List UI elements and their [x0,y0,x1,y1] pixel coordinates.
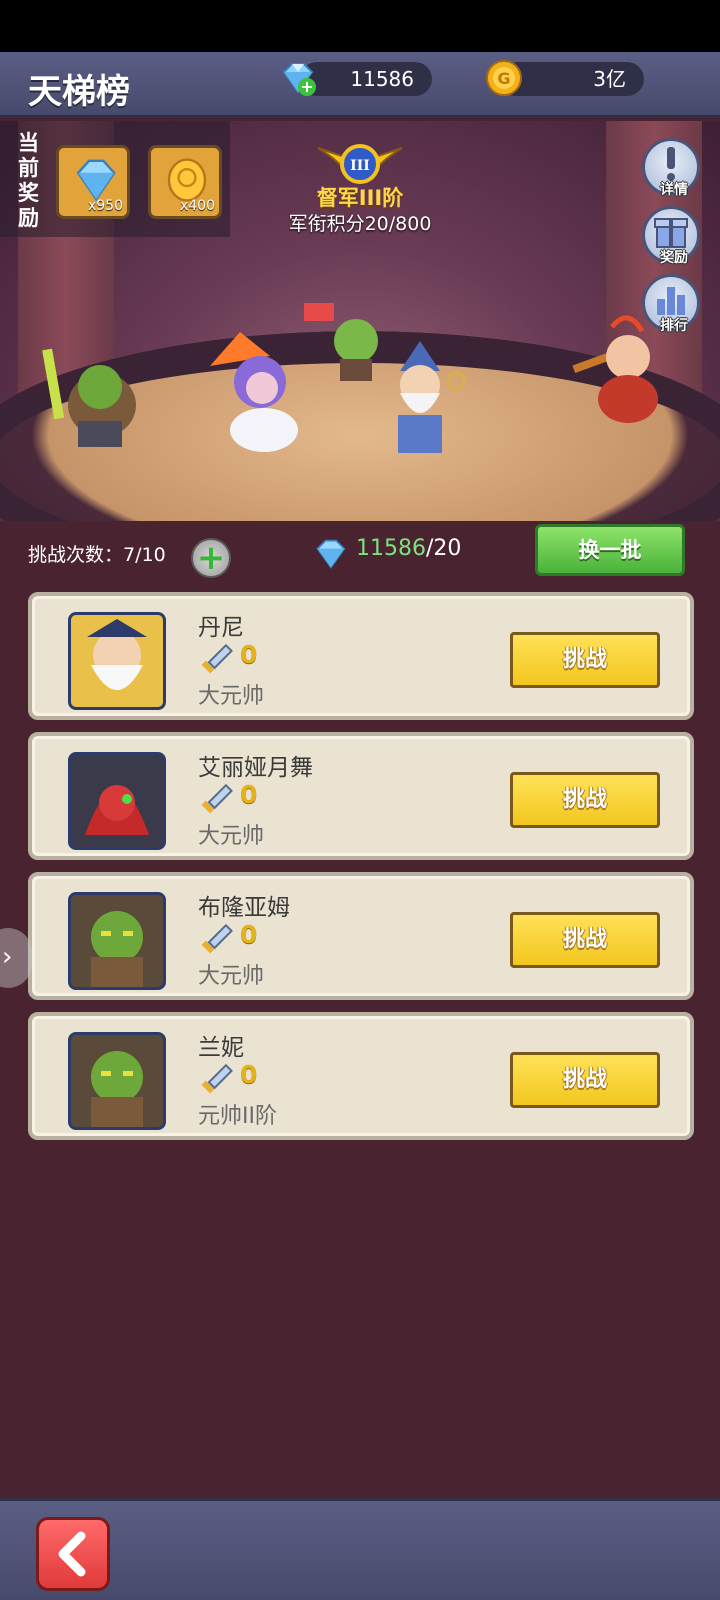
gem-counter: 11586 [300,62,432,96]
back-button[interactable] [36,1517,110,1591]
chevron-right-icon: › [2,942,13,972]
challenge-chances: 挑战次数：7/10 [28,544,166,566]
gold-coin-icon [167,158,207,202]
status-bar [0,0,720,52]
gem-have: 11586 [356,536,426,561]
rank-numeral: III [350,158,370,174]
gem-cost: /20 [426,536,462,561]
bottom-bar [0,1498,720,1600]
opponent-card: 兰妮 0 元帅II阶 挑战 [28,1012,694,1140]
rewards-label: 当前奖励 [18,131,39,230]
rewards-button-label: 奖励 [660,250,688,266]
refresh-opponents-button[interactable]: 换一批 [535,524,685,576]
reward-qty: x400 [179,198,215,214]
opponent-avatar [68,612,166,710]
diamond-icon [316,539,346,569]
reward-item-diamond[interactable]: x950 [56,145,130,219]
opponent-power: 0 [240,1060,258,1089]
opponent-rank: 元帅II阶 [198,1104,277,1129]
details-label: 详情 [660,182,688,198]
sword-icon [201,783,233,814]
orc-warrior-figure [42,348,136,447]
orc-avatar-icon [71,1035,163,1127]
details-button[interactable]: 详情 [642,138,700,198]
add-chances-button[interactable]: + [191,538,231,578]
rewards-button[interactable]: 奖励 [642,206,700,266]
opponent-card: 艾丽娅月舞 0 大元帅 挑战 [28,732,694,860]
opponent-card: 丹尼 0 大元帅 挑战 [28,592,694,720]
reward-qty: x950 [87,198,123,214]
opponent-card: 布隆亚姆 0 大元帅 挑战 [28,872,694,1000]
wizard-avatar-icon [71,615,163,707]
rank-name: 督军III阶 [316,186,404,210]
sword-icon [201,643,233,674]
red-hood-avatar-icon [71,755,163,847]
opponent-name: 布隆亚姆 [198,895,290,921]
current-rewards-panel: 当前奖励 x950 x400 [0,121,230,237]
add-gems-button[interactable]: + [298,78,316,96]
opponent-avatar [68,892,166,990]
challenge-button[interactable]: 挑战 [510,1052,660,1108]
ranking-label: 排行 [660,318,688,334]
opponent-power: 0 [240,780,258,809]
ranking-button[interactable]: 排行 [642,274,700,334]
opponent-power: 0 [240,640,258,669]
challenge-button[interactable]: 挑战 [510,632,660,688]
plus-icon: + [196,538,226,578]
reward-item-gold[interactable]: x400 [148,145,222,219]
challenge-button[interactable]: 挑战 [510,772,660,828]
opponent-avatar [68,752,166,850]
top-bar: 天梯榜 11586 + 3亿 G [0,52,720,118]
opponent-rank: 大元帅 [198,684,265,709]
page-title: 天梯榜 [28,72,130,112]
rank-points: 军衔积分20/800 [288,213,432,235]
sword-icon [201,923,233,954]
opponent-rank: 大元帅 [198,824,265,849]
challenge-button[interactable]: 挑战 [510,912,660,968]
gold-coin-icon: G [486,60,522,96]
diamond-icon [76,159,116,202]
svg-text:G: G [497,69,510,88]
sword-icon [201,1063,233,1094]
orc-avatar-icon [71,895,163,987]
wizard-figure [398,341,466,453]
opponent-name: 兰妮 [198,1035,244,1061]
opponent-name: 丹尼 [198,615,244,641]
challenge-cost: 11586/20 [356,536,461,561]
opponent-avatar [68,1032,166,1130]
opponent-rank: 大元帅 [198,964,265,989]
chevron-left-icon [58,1531,86,1577]
opponent-name: 艾丽娅月舞 [198,755,313,781]
opponent-power: 0 [240,920,258,949]
